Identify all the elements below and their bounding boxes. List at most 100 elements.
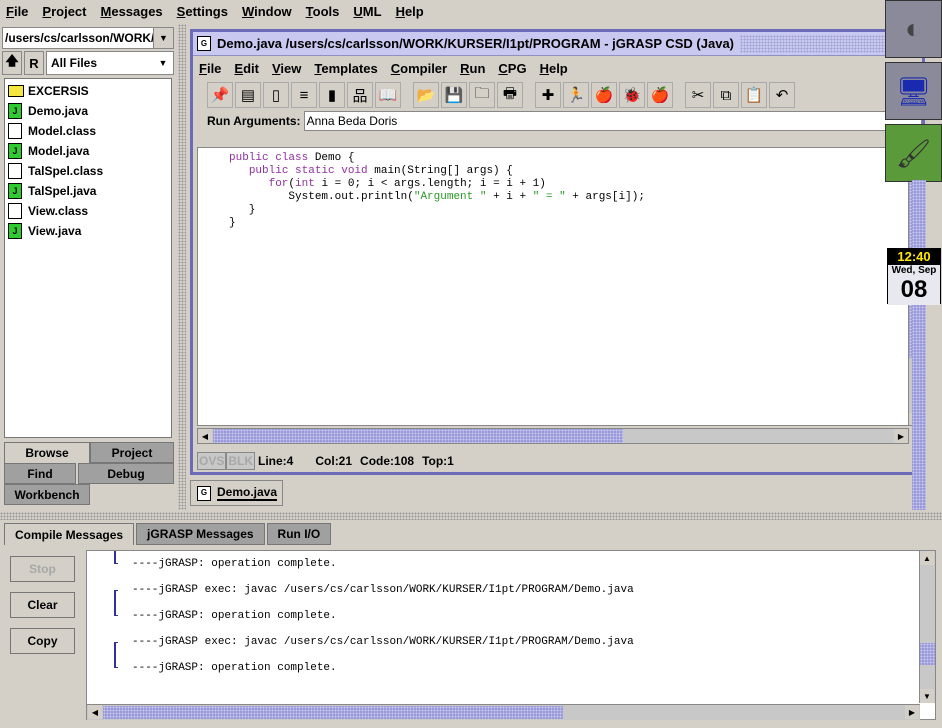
bar-chart-button[interactable]: ▮ — [319, 82, 345, 108]
file-item[interactable]: J View.java — [5, 221, 171, 241]
scroll-thumb[interactable] — [213, 429, 623, 443]
browse-folder-button[interactable]: 🗀 — [469, 82, 495, 108]
dock-monitor-icon[interactable]: 🖥 — [885, 62, 942, 120]
paste-button[interactable]: 📋 — [741, 82, 767, 108]
class-file-icon — [8, 203, 22, 219]
file-item[interactable]: EXCERSIS — [5, 81, 171, 101]
menu-messages[interactable]: Messages — [101, 4, 163, 19]
file-filter-combo[interactable]: All Files ▼ — [46, 51, 174, 75]
run-icon: 🏃 — [566, 87, 586, 104]
editor-menu-edit[interactable]: Edit — [234, 61, 259, 76]
editor-title-bar[interactable]: G Demo.java /users/cs/carlsson/WORK/KURS… — [193, 32, 922, 56]
editor-menu-bar: File Edit View Templates Compiler Run CPG Help — [193, 56, 922, 80]
menu-project[interactable]: Project — [42, 4, 86, 19]
horizontal-splitter[interactable] — [0, 512, 942, 520]
menu-settings[interactable]: Settings — [177, 4, 228, 19]
save-icon: 💾 — [444, 87, 464, 104]
block-indicator: BLK — [226, 452, 256, 470]
compile-icon: ✚ — [541, 87, 555, 104]
message-line: ----jGRASP: operation complete. — [114, 603, 935, 629]
tab-browse[interactable]: Browse — [4, 442, 90, 463]
document-tab-label: Demo.java — [217, 485, 278, 501]
tab-compile-messages[interactable]: Compile Messages — [4, 523, 135, 545]
clock-date: 08 — [900, 276, 928, 303]
debug-bug-button[interactable]: 🐞 — [619, 82, 645, 108]
paste-icon: 📋 — [744, 87, 764, 104]
messages-horizontal-scrollbar[interactable]: ◀ ▶ — [87, 704, 920, 720]
dock-tools-icon[interactable]: 🖌 — [885, 124, 942, 182]
menu-window[interactable]: Window — [242, 4, 292, 19]
copy-button[interactable]: Copy — [10, 628, 75, 654]
compile-messages-area[interactable]: ----jGRASP: operation complete. ----jGRAS… — [86, 550, 936, 720]
undo-button[interactable]: ↶ — [769, 82, 795, 108]
browser-tabs: Browse Project Find Debug Workbench — [4, 442, 176, 508]
chevron-down-icon[interactable]: ▼ — [153, 52, 173, 74]
chevron-down-icon[interactable]: ▼ — [153, 28, 173, 48]
dock-app-icon[interactable]: ◐ — [885, 0, 942, 58]
file-item[interactable]: J Demo.java — [5, 101, 171, 121]
message-line: ----jGRASP exec: javac /users/cs/carlsso… — [114, 629, 935, 655]
compile-button[interactable]: ✚ — [535, 82, 561, 108]
copy-button[interactable]: ⧉ — [713, 82, 739, 108]
editor-menu-help[interactable]: Help — [540, 61, 568, 76]
remove-csd-button[interactable]: ▯ — [263, 82, 289, 108]
code-indicator: Code:108 — [360, 454, 415, 468]
menu-help[interactable]: Help — [396, 4, 424, 19]
tab-run-io[interactable]: Run I/O — [266, 523, 332, 545]
file-name: Model.java — [28, 144, 90, 158]
uml-button[interactable]: 品 — [347, 82, 373, 108]
editor-menu-compiler[interactable]: Compiler — [391, 61, 447, 76]
apple-button[interactable]: 🍎 — [591, 82, 617, 108]
clear-button[interactable]: Clear — [10, 592, 75, 618]
menu-uml[interactable]: UML — [353, 4, 381, 19]
scroll-thumb[interactable] — [103, 706, 563, 719]
run-arguments-input[interactable]: Anna Beda Doris — [303, 111, 922, 131]
file-item[interactable]: TalSpel.class — [5, 161, 171, 181]
document-tab-demo[interactable]: G Demo.java — [190, 480, 283, 506]
file-name: Model.class — [28, 124, 97, 138]
file-item[interactable]: J TalSpel.java — [5, 181, 171, 201]
source-code[interactable]: public class Demo { public static void m… — [198, 148, 924, 230]
pushpin-button[interactable]: 📌 — [207, 82, 233, 108]
refresh-button[interactable]: R — [24, 51, 44, 75]
vertical-splitter[interactable] — [178, 24, 186, 510]
editor-menu-run[interactable]: Run — [460, 61, 485, 76]
open-folder-button[interactable]: 📂 — [413, 82, 439, 108]
code-editor[interactable]: public class Demo { public static void m… — [197, 147, 925, 426]
tab-find[interactable]: Find — [4, 463, 76, 484]
directory-combo[interactable]: /users/cs/carlsson/WORK/KURSER/I1pt/PROG… — [2, 27, 174, 49]
run-arguments-row: Run Arguments: Anna Beda Doris — [193, 110, 922, 132]
menu-tools[interactable]: Tools — [306, 4, 340, 19]
editor-menu-templates[interactable]: Templates — [314, 61, 377, 76]
line-numbers-button[interactable]: ≡ — [291, 82, 317, 108]
generate-csd-button[interactable]: ▤ — [235, 82, 261, 108]
tab-project[interactable]: Project — [90, 442, 174, 463]
cut-button[interactable]: ✂ — [685, 82, 711, 108]
editor-horizontal-scrollbar[interactable]: ◀ ▶ — [197, 428, 909, 444]
up-directory-button[interactable]: 🡅 — [2, 51, 22, 75]
debug-apple-button[interactable]: 🍎 — [647, 82, 673, 108]
run-button[interactable]: 🏃 — [563, 82, 589, 108]
print-button[interactable]: 🖶 — [497, 82, 523, 108]
tab-debug[interactable]: Debug — [78, 463, 174, 484]
paintbrush-icon: 🖌 — [895, 137, 932, 169]
editor-menu-view[interactable]: View — [272, 61, 301, 76]
cut-icon: ✂ — [691, 87, 705, 104]
save-button[interactable]: 💾 — [441, 82, 467, 108]
tab-jgrasp-messages[interactable]: jGRASP Messages — [136, 523, 265, 545]
copy-icon: ⧉ — [720, 86, 732, 104]
menu-file[interactable]: File — [6, 4, 28, 19]
class-file-icon — [8, 163, 22, 179]
file-item[interactable]: View.class — [5, 201, 171, 221]
file-item[interactable]: Model.class — [5, 121, 171, 141]
file-item[interactable]: J Model.java — [5, 141, 171, 161]
scroll-left-icon[interactable]: ◀ — [88, 705, 102, 719]
editor-menu-cpg[interactable]: CPG — [498, 61, 526, 76]
stop-button[interactable]: Stop — [10, 556, 75, 582]
scroll-left-icon[interactable]: ◀ — [198, 429, 212, 443]
editor-menu-file[interactable]: File — [199, 61, 221, 76]
file-name: TalSpel.java — [28, 184, 97, 198]
book-button[interactable]: 📖 — [375, 82, 401, 108]
up-arrow-icon: 🡅 — [5, 53, 19, 68]
tab-workbench[interactable]: Workbench — [4, 484, 90, 505]
